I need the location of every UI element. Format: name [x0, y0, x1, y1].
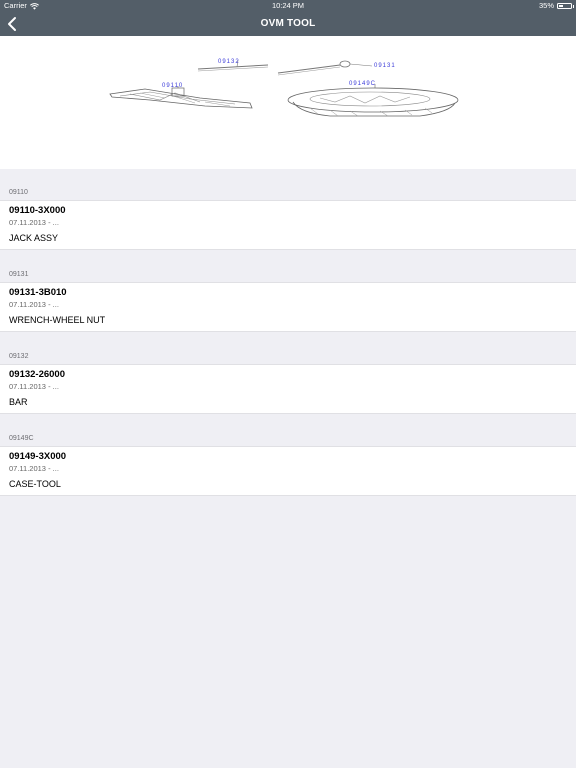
page-title: OVM TOOL: [260, 18, 316, 29]
part-name: JACK ASSY: [9, 233, 59, 243]
part-row-09149-3x000[interactable]: 09149-3X000 07.11.2013 - ... CASE-TOOL: [0, 446, 576, 496]
part-date: 07.11.2013 - ...: [9, 382, 59, 391]
part-date: 07.11.2013 - ...: [9, 464, 59, 473]
label-09149c: 09149C: [349, 81, 376, 87]
label-09131: 09131: [374, 63, 396, 69]
part-number: 09110-3X000: [9, 205, 66, 216]
status-bar: Carrier 10:24 PM 35%: [0, 0, 576, 12]
part-row-09131-3b010[interactable]: 09131-3B010 07.11.2013 - ... WRENCH-WHEE…: [0, 282, 576, 332]
top-bar: Carrier 10:24 PM 35% OVM TOOL: [0, 0, 576, 36]
jack-part-drawing: 09110: [109, 83, 253, 109]
parts-illustration: 09132 09131 09110 09149C: [0, 36, 576, 169]
label-09110: 09110: [162, 83, 183, 89]
part-number: 09132-26000: [9, 369, 65, 380]
bar-part-drawing: 09132: [197, 59, 269, 72]
part-row-09132-26000[interactable]: 09132-26000 07.11.2013 - ... BAR: [0, 364, 576, 414]
exploded-view-diagram: 09132 09131 09110 09149C: [109, 59, 459, 117]
section-header-09132: 09132: [9, 353, 29, 360]
battery-icon: [557, 3, 574, 9]
wrench-part-drawing: 09131: [277, 60, 396, 76]
part-date: 07.11.2013 - ...: [9, 218, 59, 227]
part-date: 07.11.2013 - ...: [9, 300, 59, 309]
battery-indicator: 35%: [538, 0, 574, 12]
section-header-09149c: 09149C: [9, 435, 34, 442]
part-name: BAR: [9, 397, 28, 407]
battery-percent: 35%: [538, 1, 554, 10]
tool-case-part-drawing: 09149C: [287, 81, 459, 117]
part-name: CASE-TOOL: [9, 479, 61, 489]
navigation-bar: OVM TOOL: [0, 12, 576, 36]
part-number: 09149-3X000: [9, 451, 67, 462]
part-number: 09131-3B010: [9, 287, 67, 298]
part-name: WRENCH-WHEEL NUT: [9, 315, 106, 325]
section-header-09110: 09110: [9, 189, 28, 196]
clock: 10:24 PM: [271, 1, 305, 10]
section-header-09131: 09131: [9, 271, 29, 278]
label-09132: 09132: [218, 59, 240, 65]
part-row-09110-3x000[interactable]: 09110-3X000 07.11.2013 - ... JACK ASSY: [0, 200, 576, 250]
